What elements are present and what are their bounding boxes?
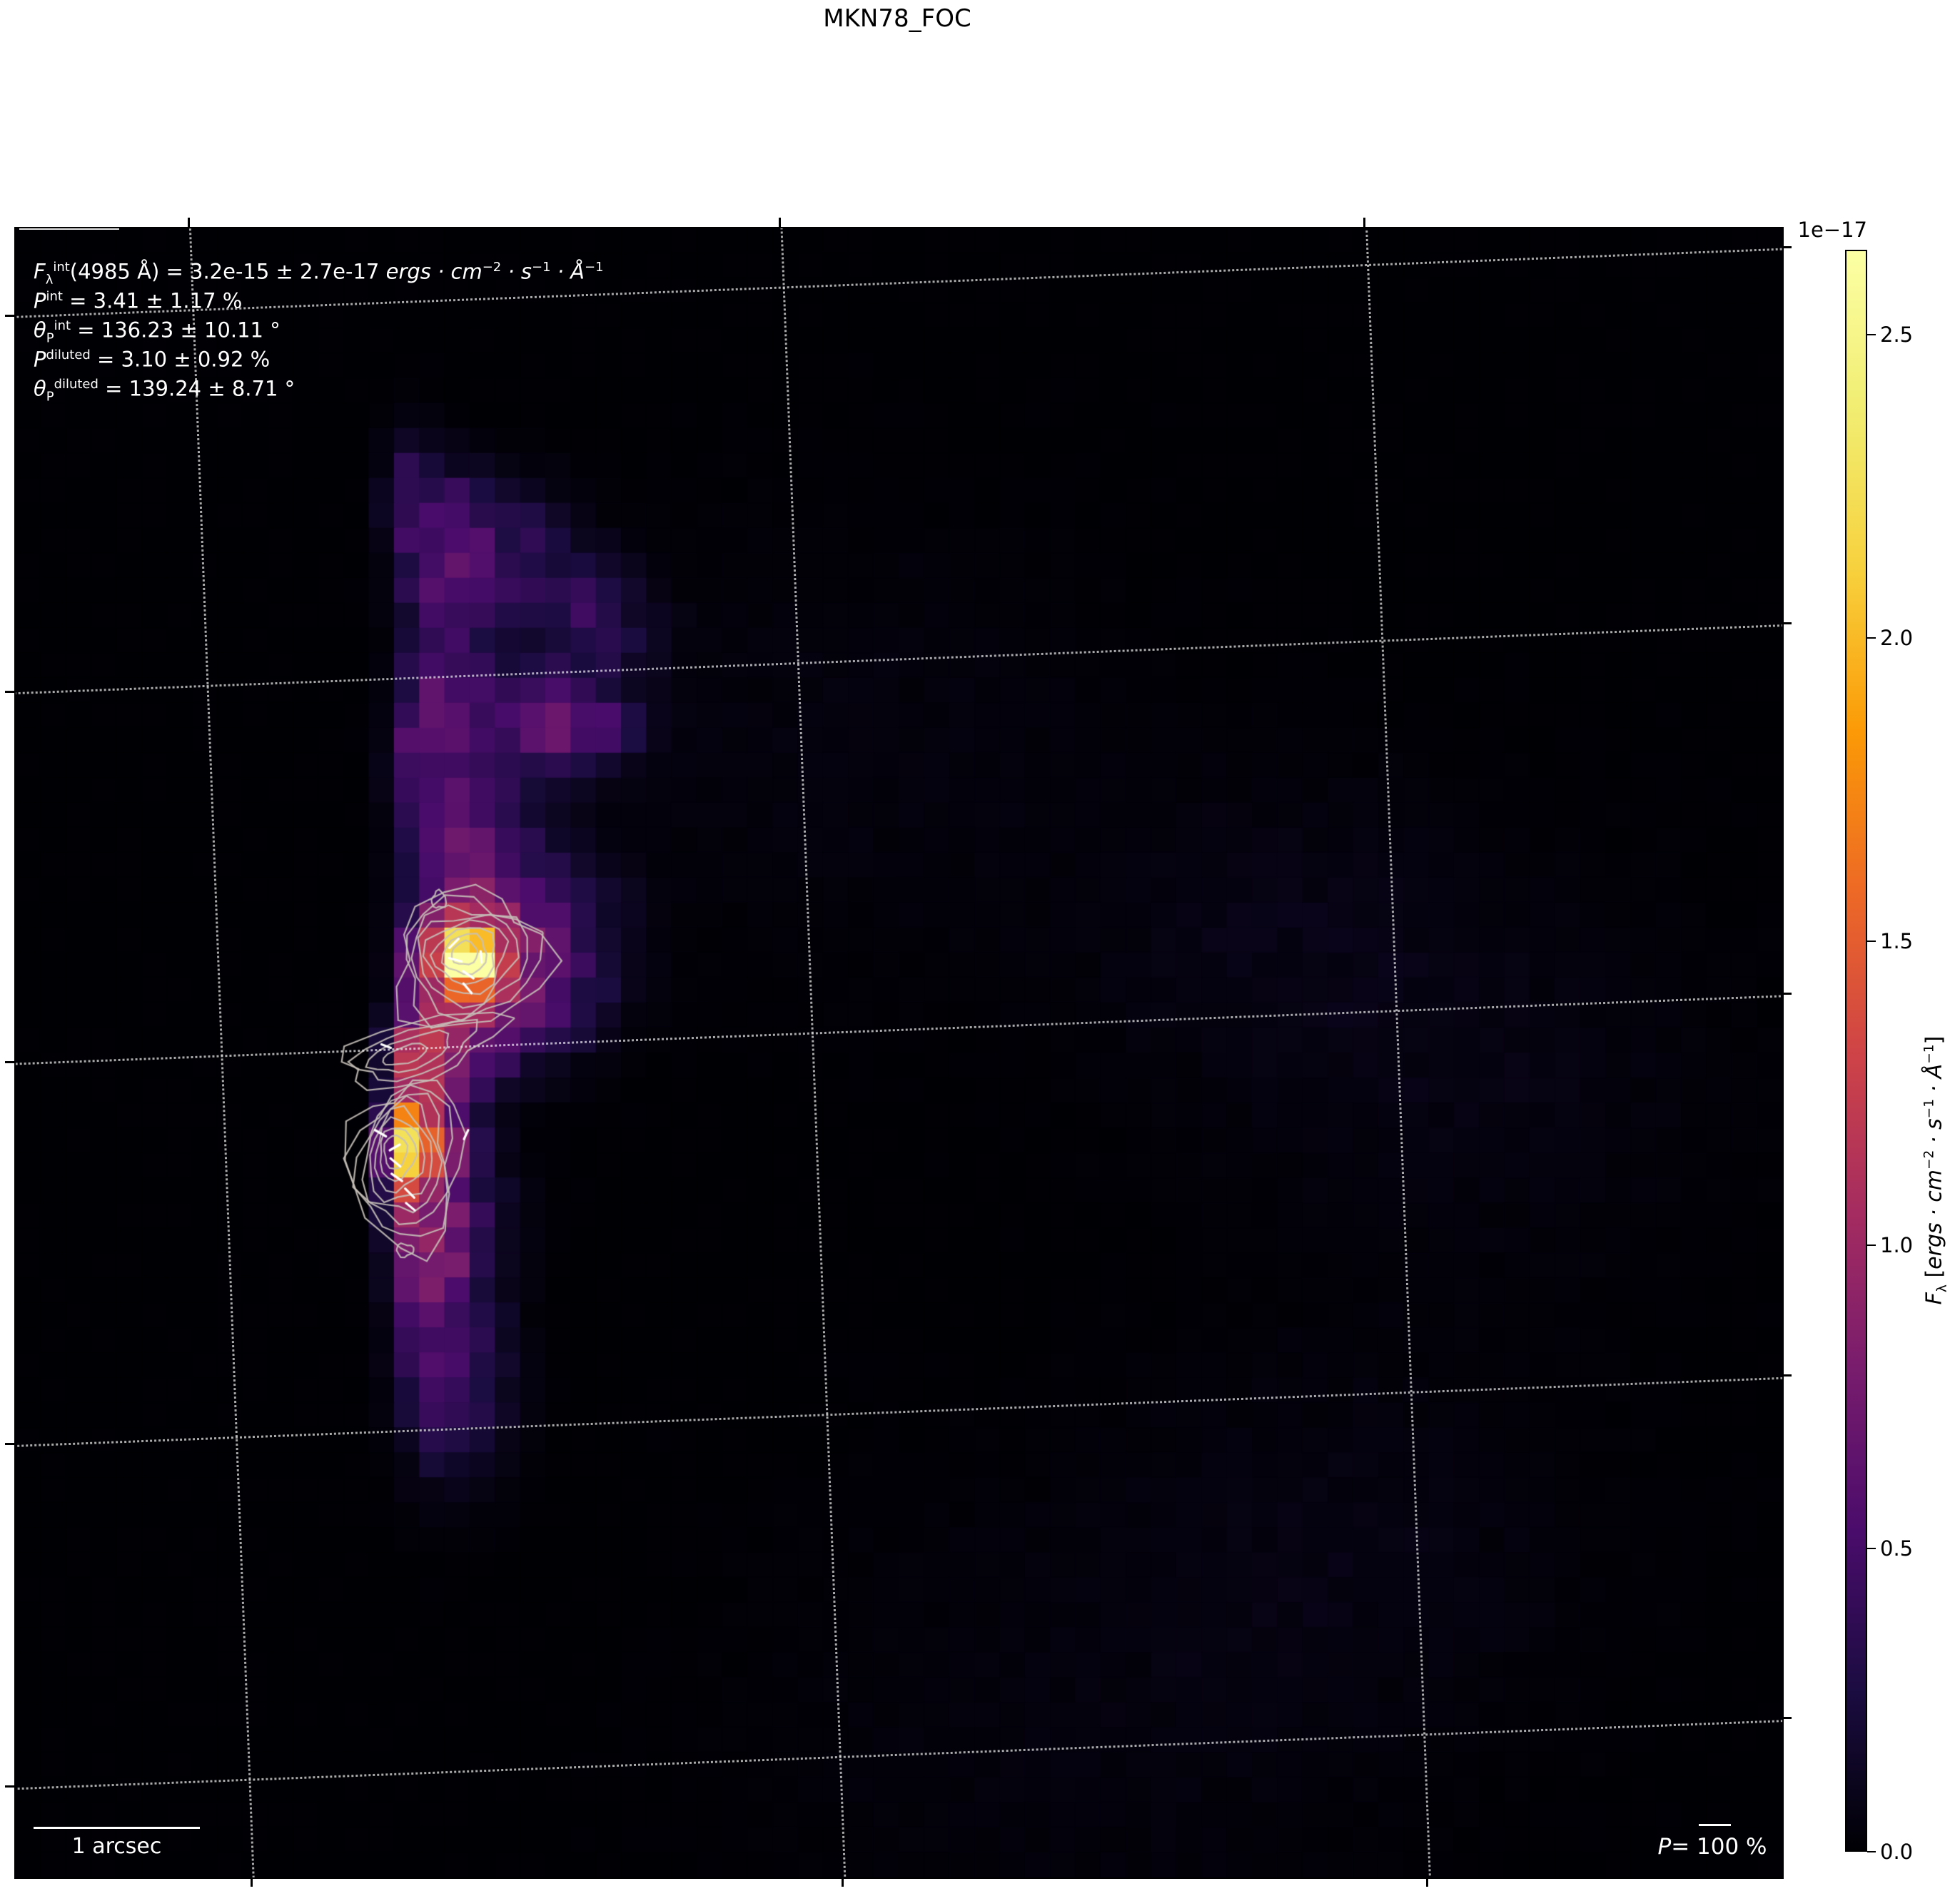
frame-tick xyxy=(778,218,781,227)
frame-tick xyxy=(1363,218,1365,227)
gridline-edge-segment xyxy=(19,228,119,230)
theta-int-annotation: θPint = 136.23 ± 10.11 ° xyxy=(34,318,281,346)
frame-tick xyxy=(5,1060,14,1063)
frame-tick xyxy=(1426,1877,1429,1887)
polarization-scale-line xyxy=(1699,1824,1731,1826)
colorbar-tick xyxy=(1867,1851,1876,1852)
colorbar-tick-label: 0.5 xyxy=(1880,1536,1914,1561)
frame-tick xyxy=(1782,622,1792,625)
frame-tick xyxy=(5,1442,14,1445)
pol-diluted-annotation: Pdiluted = 3.10 ± 0.92 % xyxy=(34,347,271,372)
colorbar-axis-label: Fλ [ergs · cm−2 · s−1 · Å−1] xyxy=(1921,1035,1950,1305)
grid-line-horizontal xyxy=(16,1373,1782,1450)
grid-line-horizontal xyxy=(16,991,1782,1069)
grid-line-vertical xyxy=(777,228,850,1877)
colorbar-tick-label: 1.5 xyxy=(1880,929,1914,954)
frame-tick xyxy=(1782,1374,1792,1377)
arcsec-scalebar-label: 1 arcsec xyxy=(71,1834,162,1859)
image-axes: Fλint(4985 Å) = 3.2e-15 ± 2.7e-17 ergs ·… xyxy=(14,227,1784,1879)
frame-tick xyxy=(842,1877,844,1887)
colorbar xyxy=(1845,250,1867,1852)
colorbar-tick xyxy=(1867,941,1876,943)
flux-annotation: Fλint(4985 Å) = 3.2e-15 ± 2.7e-17 ergs ·… xyxy=(34,259,604,288)
colorbar-tick-label: 2.0 xyxy=(1880,626,1914,651)
colorbar-tick xyxy=(1867,1244,1876,1246)
colorbar-tick-label: 0.0 xyxy=(1880,1840,1914,1864)
image-axes-clip: Fλint(4985 Å) = 3.2e-15 ± 2.7e-17 ergs ·… xyxy=(16,228,1782,1877)
theta-diluted-annotation: θPdiluted = 139.24 ± 8.71 ° xyxy=(34,376,295,405)
frame-tick xyxy=(1782,993,1792,995)
wcs-grid xyxy=(16,228,1782,1877)
figure-title: MKN78_FOC xyxy=(823,4,971,33)
polarization-scale-label: P= 100 % xyxy=(1657,1834,1767,1860)
colorbar-tick-label: 2.5 xyxy=(1880,323,1914,348)
frame-tick xyxy=(187,218,190,227)
frame-tick xyxy=(251,1877,253,1887)
colorbar-tick-label: 1.0 xyxy=(1880,1232,1914,1257)
grid-line-horizontal xyxy=(16,622,1782,699)
frame-tick xyxy=(5,690,14,693)
colorbar-tick xyxy=(1867,637,1876,639)
colorbar-tick xyxy=(1867,334,1876,336)
pol-int-annotation: Pint = 3.41 ± 1.17 % xyxy=(34,288,243,313)
arcsec-scalebar xyxy=(34,1827,200,1829)
figure-root: MKN78_FOC Fλint(4985 Å) = 3.2e-15 ± 2.7e… xyxy=(0,0,1960,1891)
grid-line-vertical xyxy=(1361,228,1434,1877)
colorbar-offset-label: 1e−17 xyxy=(1797,218,1868,242)
grid-line-horizontal xyxy=(16,1715,1782,1793)
measurement-annotations: Fλint(4985 Å) = 3.2e-15 ± 2.7e-17 ergs ·… xyxy=(34,253,604,405)
grid-line-vertical xyxy=(186,228,259,1877)
frame-tick xyxy=(1782,1717,1792,1720)
frame-tick xyxy=(5,1785,14,1788)
frame-tick xyxy=(1782,246,1792,249)
colorbar-tick xyxy=(1867,1547,1876,1549)
frame-tick xyxy=(5,314,14,317)
